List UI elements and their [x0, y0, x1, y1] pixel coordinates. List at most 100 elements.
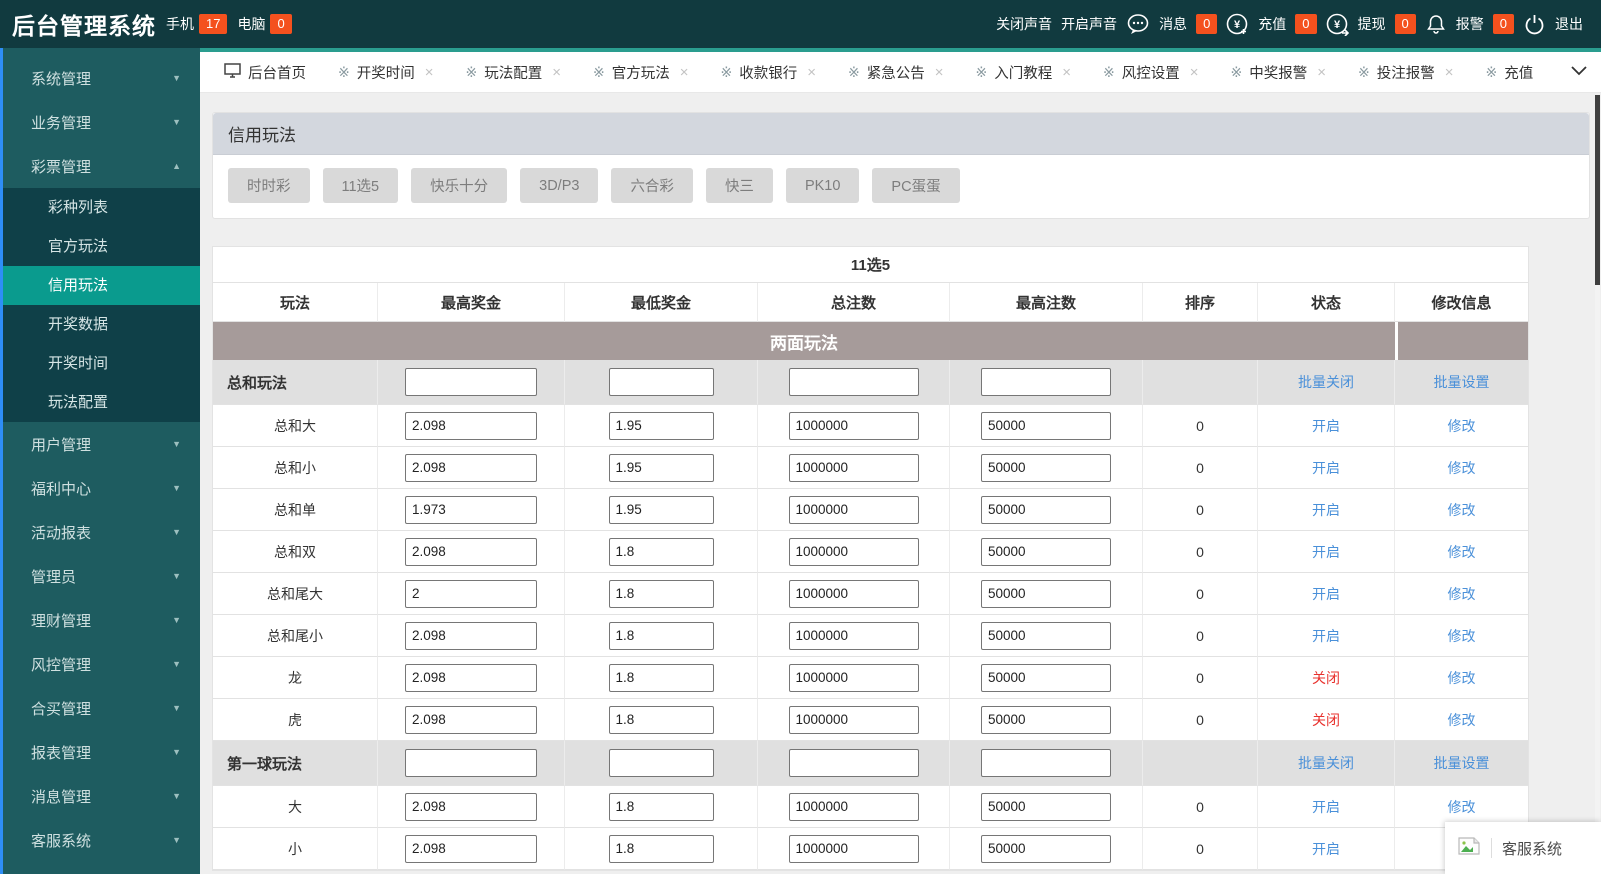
status-open-link[interactable]: 开启 — [1312, 542, 1340, 562]
total-bets-input[interactable] — [788, 411, 919, 440]
max-bets-input[interactable] — [981, 663, 1111, 692]
close-icon[interactable]: × — [1190, 64, 1199, 81]
tab-official-play[interactable]: ※ 官方玩法 × — [577, 52, 705, 92]
min-prize-input[interactable] — [608, 453, 714, 482]
max-bets-input[interactable] — [981, 621, 1111, 650]
batch-min-prize-input[interactable] — [608, 749, 714, 777]
sidebar-subitem-lottery-list[interactable]: 彩种列表 — [3, 188, 200, 227]
modify-link[interactable]: 修改 — [1448, 500, 1476, 520]
batch-close-link[interactable]: 批量关闭 — [1298, 753, 1354, 773]
max-bets-input[interactable] — [981, 834, 1111, 863]
modify-link[interactable]: 修改 — [1448, 458, 1476, 478]
max-bets-input[interactable] — [981, 411, 1111, 440]
game-button-ssc[interactable]: 时时彩 — [228, 168, 310, 203]
sidebar-item-report-management[interactable]: 报表管理 ▼ — [3, 730, 200, 774]
tab-recharge[interactable]: ※ 充值 — [1470, 52, 1550, 92]
total-bets-input[interactable] — [788, 792, 919, 821]
min-prize-input[interactable] — [608, 663, 714, 692]
modify-link[interactable]: 修改 — [1448, 797, 1476, 817]
total-bets-input[interactable] — [788, 621, 919, 650]
status-open-link[interactable]: 开启 — [1312, 416, 1340, 436]
sidebar-item-user-management[interactable]: 用户管理 ▼ — [3, 422, 200, 466]
total-bets-input[interactable] — [788, 537, 919, 566]
batch-set-link[interactable]: 批量设置 — [1434, 372, 1490, 392]
sidebar-item-administrator[interactable]: 管理员 ▼ — [3, 554, 200, 598]
batch-min-prize-input[interactable] — [608, 368, 714, 396]
tab-win-alarm[interactable]: ※ 中奖报警 × — [1215, 52, 1343, 92]
tabs-overflow-button[interactable] — [1557, 52, 1601, 92]
mute-sound-link[interactable]: 关闭声音 — [996, 14, 1052, 34]
tab-home[interactable]: 后台首页 — [208, 52, 322, 92]
sidebar-item-lottery-management[interactable]: 彩票管理 ▲ — [3, 144, 200, 188]
max-prize-input[interactable] — [405, 792, 537, 821]
batch-max-bets-input[interactable] — [981, 368, 1111, 396]
min-prize-input[interactable] — [608, 411, 714, 440]
withdraw-icon[interactable]: ¥ — [1326, 13, 1349, 36]
min-prize-input[interactable] — [608, 495, 714, 524]
max-bets-input[interactable] — [981, 792, 1111, 821]
max-prize-input[interactable] — [405, 834, 537, 863]
modify-link[interactable]: 修改 — [1448, 416, 1476, 436]
max-bets-input[interactable] — [981, 705, 1111, 734]
message-link[interactable]: 消息 — [1159, 14, 1187, 34]
min-prize-input[interactable] — [608, 705, 714, 734]
tab-risk-setting[interactable]: ※ 风控设置 × — [1087, 52, 1215, 92]
batch-total-bets-input[interactable] — [788, 749, 919, 777]
total-bets-input[interactable] — [788, 663, 919, 692]
scrollbar-thumb[interactable] — [1595, 95, 1600, 285]
modify-link[interactable]: 修改 — [1448, 584, 1476, 604]
sidebar-subitem-credit-play[interactable]: 信用玩法 — [3, 266, 200, 305]
sidebar-subitem-play-config[interactable]: 玩法配置 — [3, 383, 200, 422]
max-prize-input[interactable] — [405, 705, 537, 734]
tab-draw-time[interactable]: ※ 开奖时间 × — [322, 52, 450, 92]
status-closed-link[interactable]: 关闭 — [1312, 668, 1340, 688]
batch-max-prize-input[interactable] — [405, 368, 537, 396]
max-bets-input[interactable] — [981, 495, 1111, 524]
min-prize-input[interactable] — [608, 792, 714, 821]
game-button-pk10[interactable]: PK10 — [785, 168, 860, 203]
modify-link[interactable]: 修改 — [1448, 542, 1476, 562]
min-prize-input[interactable] — [608, 621, 714, 650]
recharge-link[interactable]: 充值 — [1258, 14, 1286, 34]
sidebar-subitem-official-play[interactable]: 官方玩法 — [3, 227, 200, 266]
total-bets-input[interactable] — [788, 579, 919, 608]
modify-link[interactable]: 修改 — [1448, 710, 1476, 730]
total-bets-input[interactable] — [788, 834, 919, 863]
total-bets-input[interactable] — [788, 495, 919, 524]
power-icon[interactable] — [1523, 13, 1546, 36]
status-open-link[interactable]: 开启 — [1312, 500, 1340, 520]
status-closed-link[interactable]: 关闭 — [1312, 710, 1340, 730]
customer-service-widget[interactable]: 客服系统 — [1445, 822, 1601, 874]
sidebar-subitem-draw-data[interactable]: 开奖数据 — [3, 305, 200, 344]
close-icon[interactable]: × — [425, 64, 434, 81]
modify-link[interactable]: 修改 — [1448, 668, 1476, 688]
game-button-11x5[interactable]: 11选5 — [322, 168, 399, 203]
status-open-link[interactable]: 开启 — [1312, 797, 1340, 817]
tab-notice[interactable]: ※ 紧急公告 × — [832, 52, 960, 92]
close-icon[interactable]: × — [935, 64, 944, 81]
sidebar-item-business-management[interactable]: 业务管理 ▼ — [3, 100, 200, 144]
sidebar-item-activity-report[interactable]: 活动报表 ▼ — [3, 510, 200, 554]
sidebar-item-customer-service[interactable]: 客服系统 ▼ — [3, 818, 200, 862]
max-prize-input[interactable] — [405, 537, 537, 566]
max-prize-input[interactable] — [405, 621, 537, 650]
max-prize-input[interactable] — [405, 495, 537, 524]
game-button-k3[interactable]: 快三 — [705, 168, 773, 203]
status-open-link[interactable]: 开启 — [1312, 839, 1340, 859]
close-icon[interactable]: × — [1062, 64, 1071, 81]
tab-tutorial[interactable]: ※ 入门教程 × — [960, 52, 1088, 92]
batch-close-link[interactable]: 批量关闭 — [1298, 372, 1354, 392]
tab-bank[interactable]: ※ 收款银行 × — [705, 52, 833, 92]
min-prize-input[interactable] — [608, 537, 714, 566]
game-button-3dp3[interactable]: 3D/P3 — [520, 168, 599, 203]
sidebar-item-welfare-center[interactable]: 福利中心 ▼ — [3, 466, 200, 510]
max-prize-input[interactable] — [405, 453, 537, 482]
batch-max-bets-input[interactable] — [981, 749, 1111, 777]
close-icon[interactable]: × — [1317, 64, 1326, 81]
scrollbar[interactable] — [1595, 95, 1600, 874]
min-prize-input[interactable] — [608, 579, 714, 608]
max-bets-input[interactable] — [981, 537, 1111, 566]
game-button-lhc[interactable]: 六合彩 — [611, 168, 693, 203]
min-prize-input[interactable] — [608, 834, 714, 863]
sidebar-item-risk-management[interactable]: 风控管理 ▼ — [3, 642, 200, 686]
